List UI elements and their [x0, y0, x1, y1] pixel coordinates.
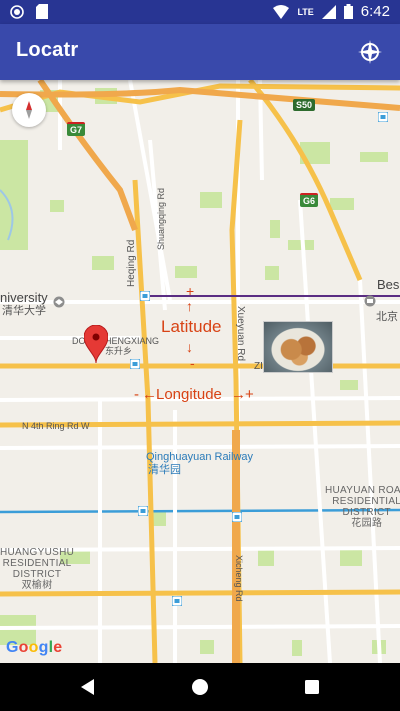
latitude-arrow-up: ↑: [186, 298, 193, 314]
compass-icon: [26, 101, 32, 119]
location-marker[interactable]: [84, 325, 108, 363]
back-button[interactable]: [76, 675, 100, 699]
station-icon: [232, 512, 242, 522]
home-circle-icon: [192, 679, 208, 695]
label-xueyuan-rd: Xueyuan Rd: [235, 306, 246, 362]
label-zi: ZI: [254, 361, 263, 372]
shield-g6: G6: [300, 193, 319, 207]
status-right-icons: LTE 6:42: [273, 3, 390, 20]
huayuan-line-3: DISTRICT: [342, 507, 391, 518]
label-bes: Bes: [377, 277, 400, 292]
google-letter: g: [38, 639, 49, 656]
station-icon: [172, 596, 182, 606]
lte-label: LTE: [297, 6, 314, 17]
label-qinghuayuan-railway: Qinghuayuan Railway: [146, 451, 254, 463]
latitude-label: Latitude: [161, 317, 222, 336]
label-shuangqing-rd: Shuangqing Rd: [156, 187, 166, 250]
label-north-4th-ring: N 4th Ring Rd W: [22, 421, 90, 431]
huayuan-line-2: RESIDENTIAL: [332, 496, 400, 507]
lte-signal-icon: [321, 4, 336, 19]
system-nav-bar: [0, 663, 400, 711]
recents-square-icon: [305, 680, 319, 694]
huangyushu-line-3: DISTRICT: [12, 569, 62, 580]
map-compass-button[interactable]: [12, 93, 46, 127]
longitude-arrow-right: →: [231, 386, 246, 403]
label-dongshengxiang-cn: 东升乡: [105, 346, 133, 356]
station-icon: [130, 359, 140, 369]
app-bar: Locatr: [0, 24, 400, 80]
label-huayuan-district: HUAYUAN ROAD RESIDENTIAL DISTRICT 花园路: [325, 485, 400, 529]
label-university: niversity: [0, 290, 48, 305]
latitude-minus: -: [190, 355, 195, 371]
longitude-plus: +: [245, 386, 254, 403]
shield-s50: S50: [293, 99, 316, 111]
label-bes-cn: 北京: [376, 311, 398, 323]
huayuan-line-1: HUAYUAN ROAD: [325, 485, 400, 496]
station-icon: [140, 291, 150, 301]
status-left-icons: [10, 4, 48, 19]
huangyushu-line-2: RESIDENTIAL: [2, 558, 72, 569]
longitude-label: Longitude: [156, 386, 222, 403]
back-triangle-icon: [81, 679, 94, 695]
home-button[interactable]: [188, 675, 212, 699]
google-letter: G: [6, 639, 19, 656]
status-time: 6:42: [360, 3, 390, 20]
locate-button[interactable]: [356, 38, 384, 66]
recents-button[interactable]: [300, 675, 324, 699]
shield-g7: G7: [67, 122, 86, 136]
sd-card-icon: [36, 4, 48, 19]
wifi-icon: [273, 4, 290, 19]
map-view[interactable]: G7 S50 G6 Heqing Rd Shuangqing Rd Xueyua…: [0, 80, 400, 663]
station-icon: [378, 112, 388, 122]
google-letter: o: [28, 639, 39, 656]
longitude-minus: -: [134, 386, 139, 403]
longitude-arrow-left: ←: [142, 386, 157, 403]
university-poi-icon: [53, 296, 65, 308]
battery-icon: [343, 4, 353, 19]
map-pin-icon: [84, 325, 108, 363]
huangyushu-cn: 双榆树: [21, 580, 53, 591]
google-letter: e: [53, 639, 63, 656]
locate-crosshair-icon: [358, 40, 382, 64]
photo-thumbnail[interactable]: [263, 321, 333, 373]
huayuan-cn: 花园路: [351, 518, 383, 529]
label-xicheng-rd: Xicheng Rd: [234, 555, 244, 602]
latitude-plus: +: [186, 283, 195, 299]
poi-icon: [364, 295, 376, 307]
huangyushu-line-1: HUANGYUSHU: [0, 547, 75, 558]
label-university-cn: 清华大学: [2, 305, 46, 317]
status-bar: LTE 6:42: [0, 0, 400, 24]
google-letter: o: [18, 639, 29, 656]
latitude-arrow-down: ↓: [186, 339, 193, 355]
label-qinghuayuan-cn: 清华园: [148, 464, 181, 476]
station-icon: [138, 506, 148, 516]
app-title: Locatr: [16, 39, 79, 61]
notification-circle-icon: [10, 4, 24, 19]
label-heqing-rd: Heqing Rd: [126, 239, 137, 287]
google-logo: Google: [6, 639, 62, 657]
label-huangyushu-district: HUANGYUSHU RESIDENTIAL DISTRICT 双榆树: [0, 547, 74, 591]
